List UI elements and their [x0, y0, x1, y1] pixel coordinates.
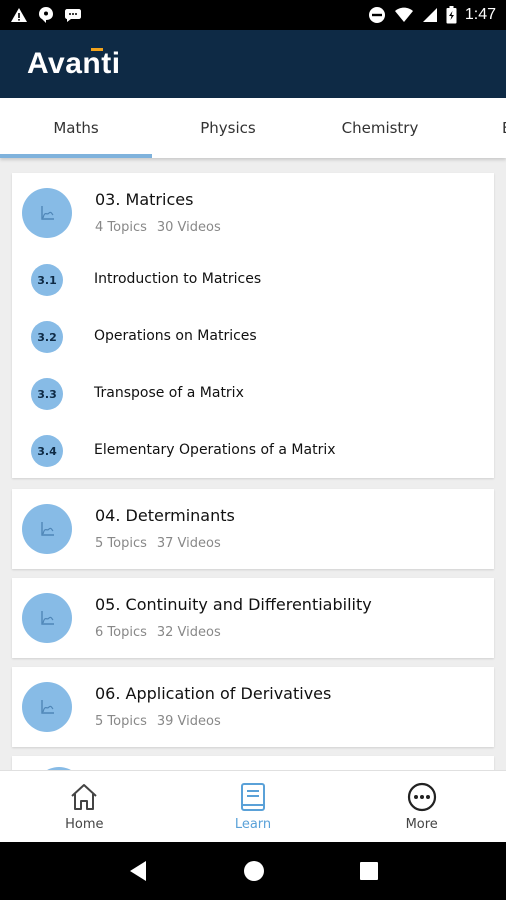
notification-icons — [10, 6, 82, 24]
graph-icon — [41, 700, 54, 714]
chapter-card-continuity[interactable]: 05. Continuity and Differentiability 6 T… — [12, 578, 494, 658]
chapter-title: 03. Matrices — [95, 190, 194, 209]
chapter-title: 04. Determinants — [95, 506, 235, 525]
tab-maths[interactable]: Maths — [0, 98, 152, 158]
chapter-card-matrices[interactable]: 03. Matrices 4 Topics 30 Videos 3.1 Intr… — [12, 173, 494, 478]
topic-item[interactable]: 3.2 Operations on Matrices — [12, 310, 494, 367]
topic-number: 3.2 — [31, 321, 63, 353]
chapter-card-derivatives[interactable]: 06. Application of Derivatives 5 Topics … — [12, 667, 494, 747]
videos-count: 30 Videos — [156, 220, 221, 235]
warning-icon — [11, 8, 27, 22]
topic-item[interactable]: 3.4 Elementary Operations of a Matrix — [12, 424, 494, 481]
nav-label: More — [405, 817, 438, 832]
graph-icon — [41, 611, 54, 625]
status-bar: 1:47 — [0, 0, 506, 30]
topic-number: 3.3 — [31, 378, 63, 410]
chapter-header[interactable]: 05. Continuity and Differentiability 6 T… — [12, 578, 494, 658]
videos-count: 32 Videos — [156, 625, 221, 640]
tab-label: B — [502, 119, 506, 137]
videos-count: 39 Videos — [156, 714, 221, 729]
nav-home[interactable]: Home — [0, 771, 169, 842]
chapter-icon — [22, 504, 72, 554]
system-navigation — [0, 842, 506, 900]
recents-icon[interactable] — [360, 862, 379, 880]
tab-label: Chemistry — [341, 119, 419, 137]
chapter-header[interactable]: 06. Application of Derivatives 5 Topics … — [12, 667, 494, 747]
topic-item[interactable]: 3.3 Transpose of a Matrix — [12, 367, 494, 424]
topics-count: 5 Topics — [95, 536, 147, 551]
nav-learn[interactable]: Learn — [169, 771, 338, 842]
clock: 1:47 — [464, 6, 496, 23]
signal-icon — [422, 8, 437, 22]
subject-tabs: Maths Physics Chemistry B — [0, 98, 506, 158]
bottom-navigation: Home Learn More — [0, 770, 506, 842]
chapter-header[interactable]: 04. Determinants 5 Topics 37 Videos — [12, 489, 494, 569]
topic-label: Introduction to Matrices — [94, 271, 262, 287]
wifi-icon — [394, 7, 413, 22]
home-icon — [71, 784, 98, 810]
chapter-icon — [22, 188, 72, 238]
app-logo: Avanti — [27, 47, 121, 81]
nav-label: Learn — [234, 817, 272, 832]
chapter-title: 05. Continuity and Differentiability — [95, 595, 372, 614]
topic-number: 3.4 — [31, 435, 63, 467]
tab-label: Physics — [200, 119, 256, 137]
nav-label: Home — [65, 817, 104, 832]
chapter-card-partial[interactable] — [12, 756, 494, 770]
chapter-title: 06. Application of Derivatives — [95, 684, 332, 703]
logo-text: Avanti — [27, 47, 121, 80]
topic-label: Elementary Operations of a Matrix — [94, 442, 336, 458]
topic-number: 3.1 — [31, 264, 63, 296]
chapter-meta: 5 Topics 37 Videos — [95, 536, 221, 551]
chapter-icon — [22, 593, 72, 643]
chapter-header[interactable]: 03. Matrices 4 Topics 30 Videos — [12, 173, 494, 253]
chapter-list[interactable]: 03. Matrices 4 Topics 30 Videos 3.1 Intr… — [0, 158, 506, 770]
app-bar: Avanti — [0, 30, 506, 98]
chapter-meta: 6 Topics 32 Videos — [95, 625, 221, 640]
messages-icon — [65, 9, 81, 22]
chat-icon — [39, 7, 53, 23]
home-circle-icon[interactable] — [243, 860, 265, 882]
battery-icon — [446, 6, 457, 24]
chapter-meta: 4 Topics 30 Videos — [95, 220, 221, 235]
chapter-icon — [22, 682, 72, 732]
system-icons: 1:47 — [368, 6, 496, 24]
do-not-disturb-icon — [368, 7, 385, 23]
topic-item[interactable]: 3.1 Introduction to Matrices — [12, 253, 494, 310]
more-icon — [407, 782, 436, 812]
nav-more[interactable]: More — [337, 771, 506, 842]
logo-accent — [91, 48, 103, 51]
topics-count: 4 Topics — [95, 220, 147, 235]
topics-count: 6 Topics — [95, 625, 147, 640]
graph-icon — [41, 522, 54, 536]
tab-physics[interactable]: Physics — [152, 98, 304, 158]
chapter-card-determinants[interactable]: 04. Determinants 5 Topics 37 Videos — [12, 489, 494, 569]
book-icon — [241, 783, 265, 811]
topic-label: Transpose of a Matrix — [94, 385, 244, 401]
topic-label: Operations on Matrices — [94, 328, 257, 344]
tab-biology[interactable]: B — [456, 98, 506, 158]
videos-count: 37 Videos — [156, 536, 221, 551]
graph-icon — [41, 206, 54, 220]
tab-chemistry[interactable]: Chemistry — [304, 98, 456, 158]
topics-count: 5 Topics — [95, 714, 147, 729]
tab-label: Maths — [53, 119, 99, 137]
chapter-meta: 5 Topics 39 Videos — [95, 714, 221, 729]
back-icon[interactable] — [128, 860, 148, 882]
